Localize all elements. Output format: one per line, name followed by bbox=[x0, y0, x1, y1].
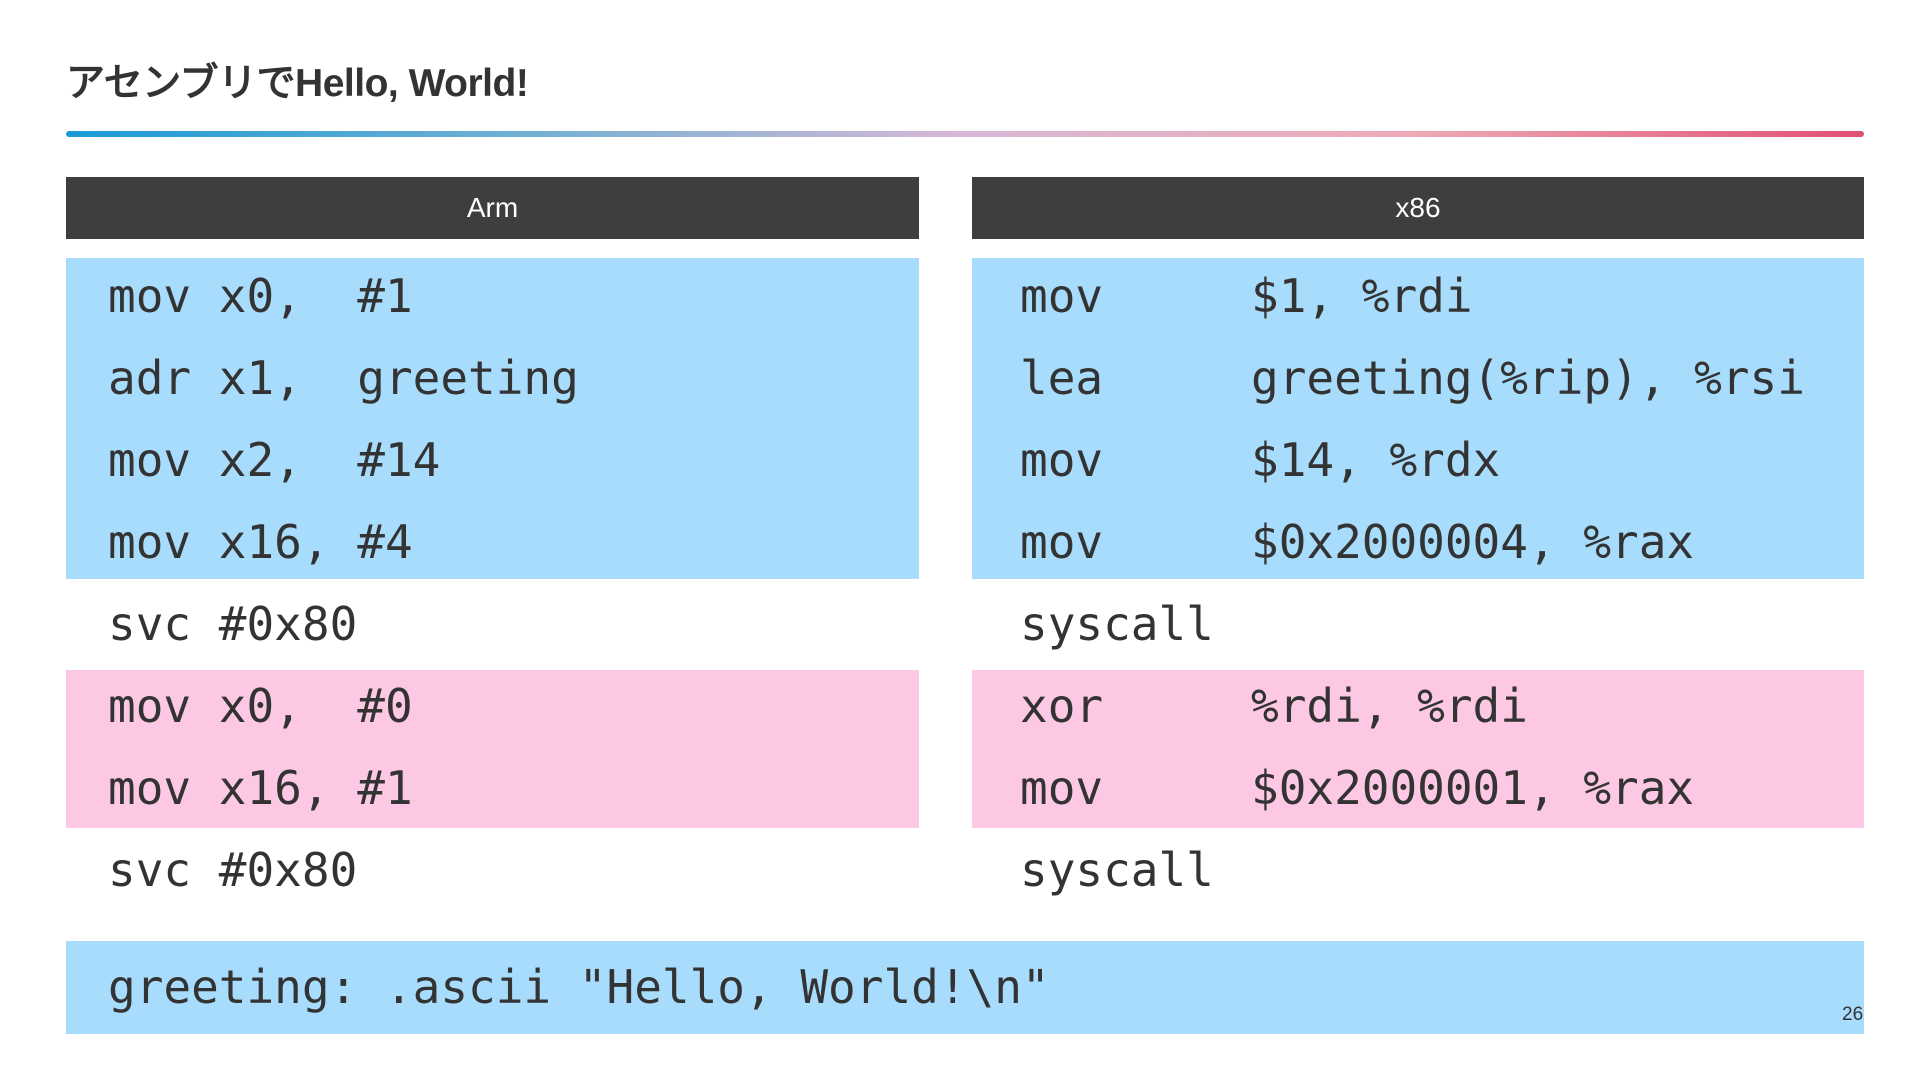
x86-opcode: xor bbox=[1020, 679, 1104, 733]
x86-opcode: lea bbox=[1020, 351, 1104, 405]
arm-opcode: adr bbox=[108, 351, 192, 405]
arm-code-line: mov x0, #0 bbox=[108, 665, 413, 747]
x86-opcode: syscall bbox=[1020, 597, 1214, 651]
arm-code-line: svc #0x80 bbox=[108, 829, 357, 911]
x86-opcode: mov bbox=[1020, 433, 1104, 487]
x86-opcode: syscall bbox=[1020, 843, 1214, 897]
arm-operands: x2, #14 bbox=[218, 433, 441, 487]
arm-code-line: mov x0, #1 bbox=[108, 255, 413, 337]
x86-operands: $0x2000001, %rax bbox=[1251, 761, 1695, 815]
arm-opcode: svc bbox=[108, 843, 192, 897]
slide-title: アセンブリでHello, World! bbox=[66, 62, 529, 105]
arm-operands: x0, #0 bbox=[218, 679, 413, 733]
arm-operands: x1, greeting bbox=[218, 351, 579, 405]
x86-opcode: mov bbox=[1020, 761, 1104, 815]
arm-opcode: mov bbox=[108, 433, 192, 487]
x86-operands: $14, %rdx bbox=[1251, 433, 1501, 487]
arm-code-line: mov x16, #1 bbox=[108, 747, 413, 829]
arm-opcode: mov bbox=[108, 761, 192, 815]
arm-column-header: Arm bbox=[66, 177, 919, 239]
arm-operands: #0x80 bbox=[218, 843, 358, 897]
data-section-line: greeting: .ascii "Hello, World!\n" bbox=[108, 960, 1050, 1014]
arm-operands: x0, #1 bbox=[218, 269, 413, 323]
arm-header-label: Arm bbox=[466, 192, 519, 223]
page-number: 26 bbox=[1842, 1004, 1864, 1025]
title-underline bbox=[66, 131, 1864, 137]
arm-operands: x16, #4 bbox=[218, 515, 413, 569]
x86-operands: %rdi, %rdi bbox=[1251, 679, 1528, 733]
arm-opcode: mov bbox=[108, 515, 192, 569]
x86-operands: greeting(%rip), %rsi bbox=[1251, 351, 1805, 405]
arm-code-line: mov x16, #4 bbox=[108, 501, 413, 583]
arm-operands: #0x80 bbox=[218, 597, 358, 651]
arm-code-line: mov x2, #14 bbox=[108, 419, 440, 501]
arm-code-line: adr x1, greeting bbox=[108, 337, 579, 419]
x86-opcode: mov bbox=[1020, 515, 1104, 569]
arm-code-line: svc #0x80 bbox=[108, 583, 357, 665]
x86-operands: $0x2000004, %rax bbox=[1251, 515, 1695, 569]
x86-operands: $1, %rdi bbox=[1251, 269, 1473, 323]
x86-header-label: x86 bbox=[1395, 192, 1441, 223]
x86-column-header: x86 bbox=[972, 177, 1864, 239]
arm-opcode: mov bbox=[108, 269, 192, 323]
arm-opcode: mov bbox=[108, 679, 192, 733]
x86-opcode: mov bbox=[1020, 269, 1104, 323]
arm-operands: x16, #1 bbox=[218, 761, 413, 815]
arm-opcode: svc bbox=[108, 597, 192, 651]
